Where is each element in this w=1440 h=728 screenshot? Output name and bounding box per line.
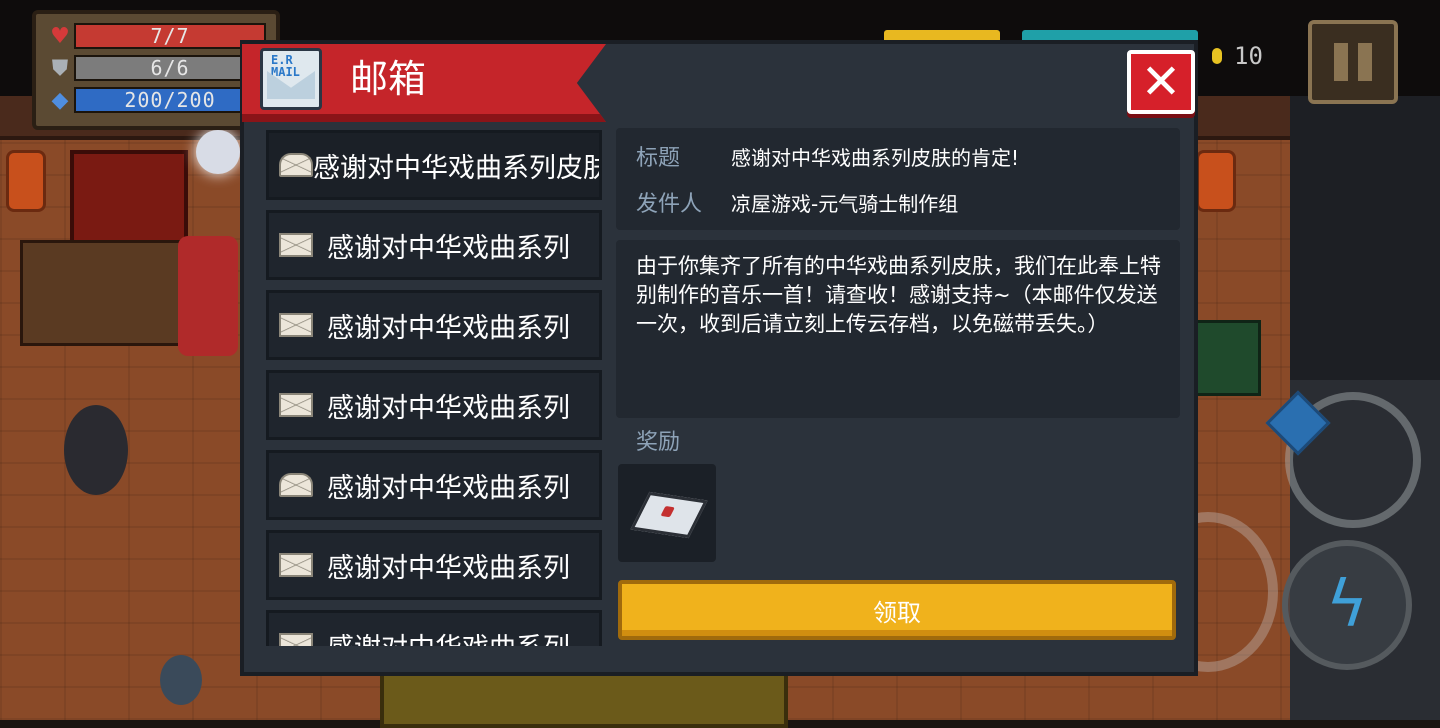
hp-stat: ♥ 7/7 bbox=[46, 23, 266, 49]
coin-icon bbox=[1212, 48, 1222, 64]
mail-item[interactable]: 感谢对中华戏曲系列 bbox=[266, 610, 602, 646]
energy-stat: ◆ 200/200 bbox=[46, 87, 266, 113]
mail-item[interactable]: 感谢对中华戏曲系列 bbox=[266, 370, 602, 440]
sender-row: 发件人 凉屋游戏-元气骑士制作组 bbox=[636, 186, 958, 218]
mail-body-text: 由于你集齐了所有的中华戏曲系列皮肤，我们在此奉上特别制作的音乐一首！请查收！感谢… bbox=[636, 254, 1161, 336]
cassette-tape-icon bbox=[630, 491, 708, 539]
npc-character bbox=[178, 236, 238, 356]
moon-orb bbox=[196, 130, 240, 174]
pause-icon bbox=[1358, 43, 1372, 81]
claim-button[interactable]: 领取 bbox=[618, 580, 1176, 640]
mail-item[interactable]: 感谢对中华戏曲系列 bbox=[266, 210, 602, 280]
sender-value: 凉屋游戏-元气骑士制作组 bbox=[731, 191, 959, 216]
opened-envelope-icon bbox=[279, 153, 313, 177]
envelope-icon bbox=[279, 393, 313, 417]
mail-item[interactable]: 感谢对中华戏曲系列 bbox=[266, 290, 602, 360]
lantern bbox=[1196, 150, 1236, 212]
mailbox-dialog: E.R MAIL 邮箱 ✕ 感谢对中华戏曲系列皮肤的肯定! 感谢对中华戏曲系列 … bbox=[240, 40, 1198, 676]
subject-label: 标题 bbox=[636, 146, 681, 171]
shield-icon: ⛊ bbox=[51, 55, 69, 81]
mail-item[interactable]: 感谢对中华戏曲系列 bbox=[266, 530, 602, 600]
mail-item-label: 感谢对中华戏曲系列皮肤的肯定! bbox=[313, 152, 602, 184]
mail-item-label: 感谢对中华戏曲系列 bbox=[327, 392, 570, 424]
reward-slot[interactable] bbox=[618, 464, 716, 562]
mail-envelope-icon: E.R MAIL bbox=[260, 48, 322, 110]
mail-item-label: 感谢对中华戏曲系列 bbox=[327, 232, 570, 264]
opened-envelope-icon bbox=[279, 473, 313, 497]
armor-stat: ⛊ 6/6 bbox=[46, 55, 266, 81]
shrine-window bbox=[70, 150, 188, 248]
close-icon: ✕ bbox=[1140, 54, 1182, 110]
hp-value: 7/7 bbox=[74, 23, 266, 49]
npc-character bbox=[64, 405, 128, 495]
envelope-icon bbox=[279, 553, 313, 577]
mail-item-label: 感谢对中华戏曲系列 bbox=[327, 312, 570, 344]
barrel bbox=[160, 655, 202, 705]
pause-button[interactable] bbox=[1308, 20, 1398, 104]
coin-counter: 10 bbox=[1212, 42, 1263, 70]
mail-item[interactable]: 感谢对中华戏曲系列 bbox=[266, 450, 602, 520]
lantern bbox=[6, 150, 46, 212]
mail-list[interactable]: 感谢对中华戏曲系列皮肤的肯定! 感谢对中华戏曲系列 感谢对中华戏曲系列 感谢对中… bbox=[262, 130, 602, 646]
mail-item-label: 感谢对中华戏曲系列 bbox=[327, 552, 570, 584]
energy-value: 200/200 bbox=[74, 87, 266, 113]
energy-diamond-icon: ◆ bbox=[51, 87, 69, 113]
sender-label: 发件人 bbox=[636, 192, 703, 217]
header-shade bbox=[242, 114, 606, 122]
mailbox-title: 邮箱 bbox=[350, 57, 427, 101]
mail-item[interactable]: 感谢对中华戏曲系列皮肤的肯定! bbox=[266, 130, 602, 200]
coin-count: 10 bbox=[1234, 42, 1263, 70]
envelope-icon bbox=[279, 233, 313, 257]
skill-button[interactable]: ϟ bbox=[1282, 540, 1412, 670]
envelope-icon bbox=[279, 633, 313, 646]
table bbox=[20, 240, 196, 346]
mail-item-label: 感谢对中华戏曲系列 bbox=[327, 472, 570, 504]
reward-label: 奖励 bbox=[636, 430, 681, 455]
armor-value: 6/6 bbox=[74, 55, 266, 81]
pause-icon bbox=[1334, 43, 1348, 81]
mail-item-label: 感谢对中华戏曲系列 bbox=[327, 626, 570, 647]
heart-icon: ♥ bbox=[50, 23, 70, 49]
mail-info-box: 标题 感谢对中华戏曲系列皮肤的肯定! 发件人 凉屋游戏-元气骑士制作组 bbox=[616, 128, 1180, 230]
envelope-icon bbox=[279, 313, 313, 337]
subject-row: 标题 感谢对中华戏曲系列皮肤的肯定! bbox=[636, 140, 1019, 172]
close-button[interactable]: ✕ bbox=[1127, 50, 1195, 114]
lightning-icon: ϟ bbox=[1325, 568, 1369, 642]
subject-value: 感谢对中华戏曲系列皮肤的肯定! bbox=[731, 145, 1020, 170]
mail-body-box: 由于你集齐了所有的中华戏曲系列皮肤，我们在此奉上特别制作的音乐一首！请查收！感谢… bbox=[616, 240, 1180, 418]
shelf bbox=[1195, 320, 1261, 396]
